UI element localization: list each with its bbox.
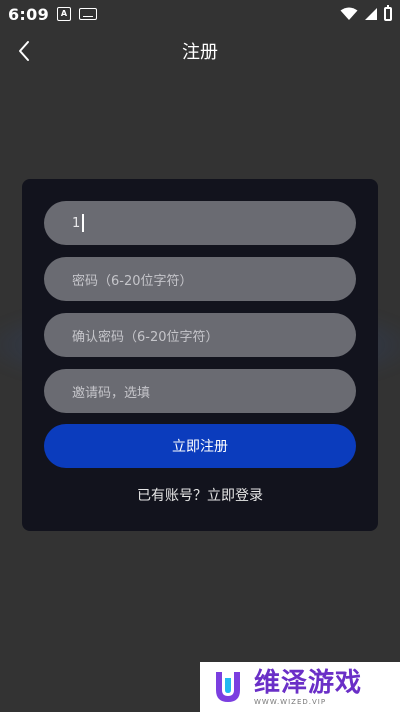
signal-icon — [365, 8, 377, 20]
confirm-password-placeholder: 确认密码（6-20位字符） — [72, 329, 219, 345]
wifi-icon — [340, 7, 358, 20]
status-time: 6:09 — [8, 4, 49, 24]
text-cursor — [82, 214, 84, 232]
status-bar: 6:09 A — [0, 0, 400, 28]
page-title: 注册 — [182, 42, 218, 63]
register-button[interactable]: 立即注册 — [44, 424, 356, 468]
register-card: 1 密码（6-20位字符） 确认密码（6-20位字符） 邀请码，选填 立即注册 … — [22, 179, 378, 531]
watermark-subtitle: WWW.WIZED.VIP — [254, 697, 327, 706]
header: 注册 — [0, 28, 400, 76]
battery-icon — [384, 5, 392, 21]
password-field[interactable]: 密码（6-20位字符） — [44, 257, 356, 301]
status-right — [340, 5, 392, 21]
watermark-name: 维泽游戏 — [254, 667, 363, 698]
password-placeholder: 密码（6-20位字符） — [72, 273, 193, 289]
confirm-password-field[interactable]: 确认密码（6-20位字符） — [44, 313, 356, 357]
invite-code-field[interactable]: 邀请码，选填 — [44, 369, 356, 413]
brand-logo-icon — [216, 672, 240, 702]
username-field[interactable]: 1 — [44, 201, 356, 245]
notification-a-icon: A — [57, 7, 71, 21]
invite-code-placeholder: 邀请码，选填 — [72, 385, 151, 401]
watermark: 维泽游戏 WWW.WIZED.VIP — [200, 662, 400, 712]
username-value: 1 — [72, 215, 81, 231]
watermark-text: 维泽游戏 WWW.WIZED.VIP — [254, 668, 362, 707]
status-left: 6:09 A — [8, 5, 97, 24]
login-link[interactable]: 已有账号？立即登录 — [22, 485, 378, 505]
keyboard-icon — [79, 8, 97, 20]
